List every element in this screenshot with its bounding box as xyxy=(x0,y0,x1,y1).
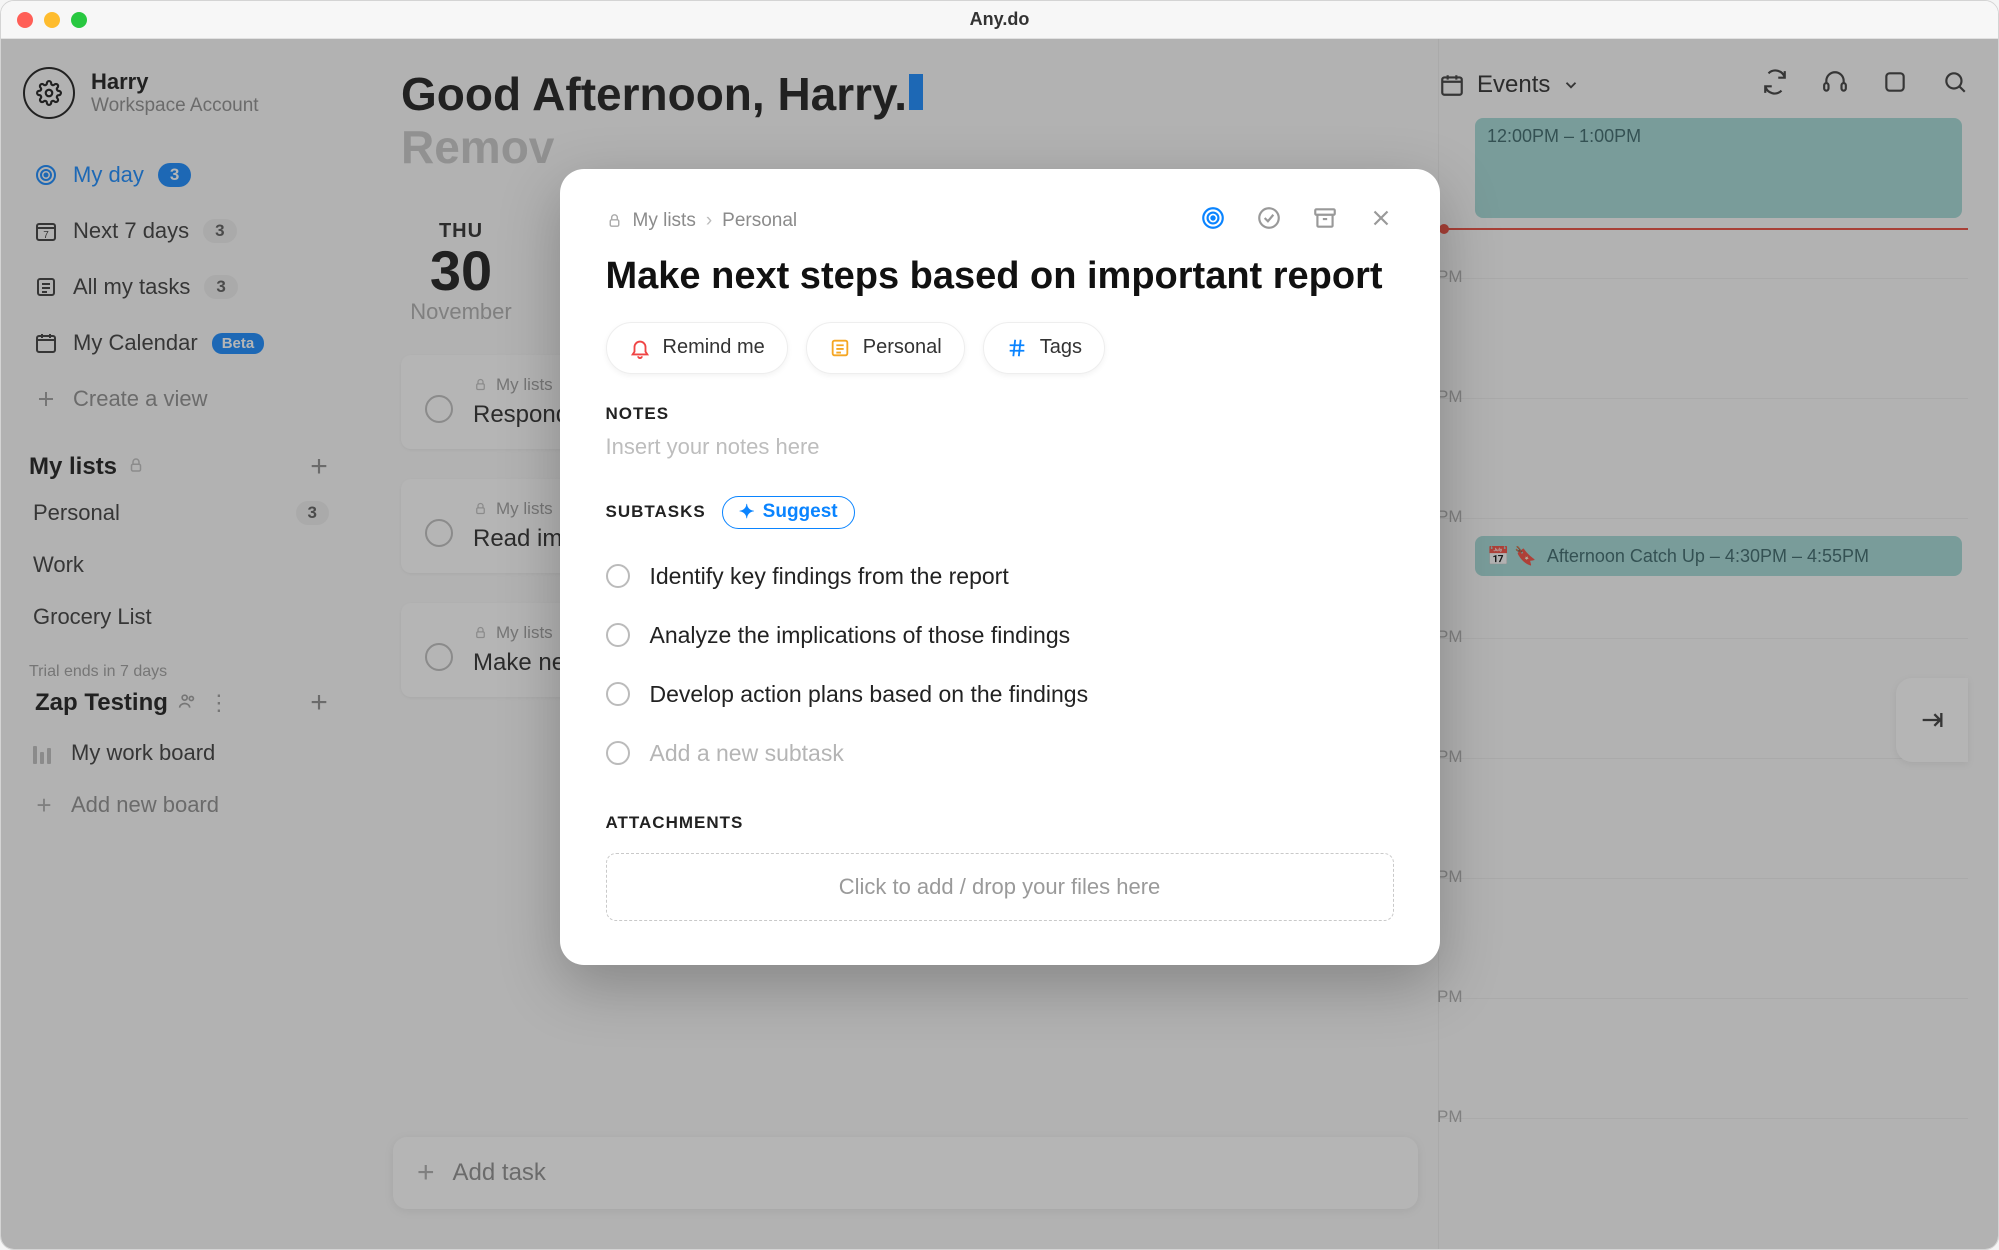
complete-icon[interactable] xyxy=(1256,205,1282,236)
attachments-dropzone[interactable]: Click to add / drop your files here xyxy=(606,853,1394,921)
list-chip[interactable]: Personal xyxy=(806,322,965,374)
list-icon xyxy=(829,337,851,359)
breadcrumb[interactable]: My lists › Personal xyxy=(606,210,798,232)
lock-icon xyxy=(606,212,623,229)
crumb-root: My lists xyxy=(633,210,696,232)
subtask-checkbox[interactable] xyxy=(606,623,630,647)
focus-icon[interactable] xyxy=(1200,205,1226,236)
chip-label: Tags xyxy=(1040,336,1082,359)
subtask-checkbox[interactable] xyxy=(606,741,630,765)
subtask-placeholder: Add a new subtask xyxy=(650,740,844,767)
archive-icon[interactable] xyxy=(1312,205,1338,236)
add-subtask-row[interactable]: Add a new subtask xyxy=(606,724,1394,783)
task-detail-modal: My lists › Personal Make next steps base… xyxy=(560,169,1440,965)
sparkle-icon: ✦ xyxy=(739,501,755,524)
modal-actions xyxy=(1200,205,1394,236)
notes-label: NOTES xyxy=(606,404,1394,424)
notes-input[interactable]: Insert your notes here xyxy=(606,434,1394,460)
bell-icon xyxy=(629,337,651,359)
chip-label: Remind me xyxy=(663,336,765,359)
suggest-button[interactable]: ✦ Suggest xyxy=(722,496,855,529)
crumb-leaf: Personal xyxy=(722,210,797,232)
task-title[interactable]: Make next steps based on important repor… xyxy=(606,254,1394,300)
chevron-right-icon: › xyxy=(706,210,712,232)
window-title: Any.do xyxy=(970,9,1030,30)
subtask-checkbox[interactable] xyxy=(606,682,630,706)
subtask-text: Identify key findings from the report xyxy=(650,563,1009,590)
hash-icon xyxy=(1006,337,1028,359)
close-icon[interactable] xyxy=(17,12,33,28)
subtask-text: Analyze the implications of those findin… xyxy=(650,622,1071,649)
suggest-label: Suggest xyxy=(763,501,838,523)
maximize-icon[interactable] xyxy=(71,12,87,28)
attach-placeholder: Click to add / drop your files here xyxy=(839,874,1161,900)
subtask-row[interactable]: Analyze the implications of those findin… xyxy=(606,606,1394,665)
minimize-icon[interactable] xyxy=(44,12,60,28)
chip-row: Remind me Personal Tags xyxy=(606,322,1394,374)
remind-chip[interactable]: Remind me xyxy=(606,322,788,374)
subtask-checkbox[interactable] xyxy=(606,564,630,588)
subtask-row[interactable]: Develop action plans based on the findin… xyxy=(606,665,1394,724)
attachments-label: ATTACHMENTS xyxy=(606,813,1394,833)
close-icon[interactable] xyxy=(1368,205,1394,236)
app-window: Any.do Harry Workspace Account My day 3 … xyxy=(0,0,1999,1250)
subtasks-label: SUBTASKS xyxy=(606,502,706,522)
window-controls xyxy=(17,12,87,28)
titlebar: Any.do xyxy=(1,1,1998,39)
modal-overlay[interactable]: My lists › Personal Make next steps base… xyxy=(1,39,1998,1249)
subtask-text: Develop action plans based on the findin… xyxy=(650,681,1089,708)
chip-label: Personal xyxy=(863,336,942,359)
subtask-row[interactable]: Identify key findings from the report xyxy=(606,547,1394,606)
tags-chip[interactable]: Tags xyxy=(983,322,1105,374)
